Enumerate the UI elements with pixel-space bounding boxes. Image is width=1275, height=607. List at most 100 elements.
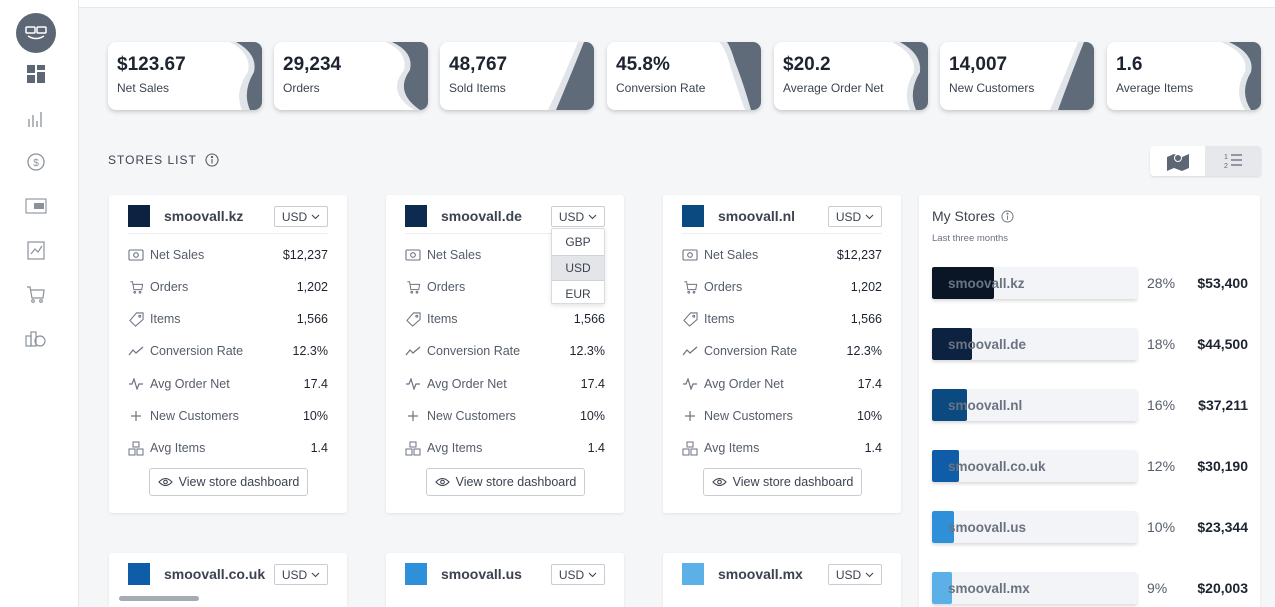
my-store-name: smoovall.nl: [948, 398, 1023, 413]
metric-value: 10%: [579, 409, 605, 423]
kpi-card[interactable]: $20.2 Average Order Net: [774, 42, 928, 110]
my-store-row[interactable]: smoovall.kz 28% $53,400: [932, 266, 1248, 300]
kpi-card[interactable]: 29,234 Orders: [274, 42, 428, 110]
button-label: View store dashboard: [178, 475, 300, 489]
my-store-name: smoovall.mx: [948, 581, 1030, 596]
my-store-name: smoovall.de: [948, 337, 1027, 352]
view-toggle: 12: [1150, 146, 1261, 176]
store-metric-row: New Customers 10%: [128, 406, 328, 426]
kpi-card[interactable]: 14,007 New Customers: [940, 42, 1094, 110]
metric-label: Net Sales: [704, 248, 759, 262]
list-view-button[interactable]: 12: [1205, 146, 1260, 176]
chevron-down-icon: [865, 214, 874, 219]
store-header: smoovall.mx USD: [682, 563, 882, 585]
view-store-dashboard-button[interactable]: View store dashboard: [426, 468, 585, 496]
currency-value: USD: [281, 209, 308, 224]
metric-value: 1.4: [587, 441, 605, 455]
my-store-row[interactable]: smoovall.us 10% $23,344: [932, 510, 1248, 544]
store-header: smoovall.us USD: [405, 563, 605, 585]
horizontal-scrollbar[interactable]: [119, 596, 199, 601]
my-store-row[interactable]: smoovall.nl 16% $37,211: [932, 388, 1248, 422]
trend-icon: [128, 343, 144, 359]
store-money-icon[interactable]: [24, 326, 48, 350]
kpi-card[interactable]: 1.6 Average Items: [1107, 42, 1261, 110]
cart-icon: [682, 279, 698, 295]
cart-icon: [128, 279, 144, 295]
my-store-row[interactable]: smoovall.co.uk 12% $30,190: [932, 449, 1248, 483]
card-decoration: [548, 42, 594, 110]
card-decoration: [719, 42, 761, 110]
dashboard-icon[interactable]: [24, 62, 48, 86]
svg-text:1: 1: [1224, 154, 1228, 161]
metric-value: 1,202: [296, 280, 328, 294]
view-store-dashboard-button[interactable]: View store dashboard: [703, 468, 862, 496]
metric-label: Avg Items: [427, 441, 483, 455]
metric-value: 12.3%: [569, 344, 605, 358]
info-icon[interactable]: [205, 153, 219, 167]
metric-value: 17.4: [857, 377, 882, 391]
svg-text:2: 2: [1224, 163, 1228, 170]
metric-value: 1.4: [310, 441, 328, 455]
metric-value: 17.4: [580, 377, 605, 391]
svg-text:$: $: [33, 158, 39, 169]
kpi-card[interactable]: 45.8% Conversion Rate: [607, 42, 761, 110]
store-metric-row: Orders 1,202: [682, 277, 882, 297]
store-card: smoovall.kz USD Net Sales $12,237 Orders 1,20…: [109, 195, 347, 513]
card-decoration: [892, 42, 928, 110]
store-metric-row: Avg Order Net 17.4: [405, 374, 605, 394]
report-icon[interactable]: [24, 238, 48, 262]
kpi-value: 45.8%: [616, 54, 670, 75]
tag-icon: [405, 311, 421, 327]
store-card: smoovall.nl USD Net Sales $12,237 Orders 1,20…: [663, 195, 901, 513]
kpi-value: 1.6: [1116, 54, 1143, 75]
store-color-swatch: [682, 563, 704, 585]
currency-select[interactable]: USD: [551, 564, 605, 585]
kpi-card[interactable]: 48,767 Sold Items: [440, 42, 594, 110]
divider: [128, 233, 328, 234]
divider: [682, 233, 882, 234]
store-header: smoovall.de USD: [405, 205, 605, 227]
my-store-row[interactable]: smoovall.de 18% $44,500: [932, 327, 1248, 361]
logo-icon[interactable]: [16, 13, 56, 53]
bar-chart-icon[interactable]: [24, 107, 48, 131]
button-label: View store dashboard: [732, 475, 854, 489]
currency-option[interactable]: EUR: [552, 281, 604, 307]
my-store-percent: 10%: [1147, 519, 1176, 535]
my-store-amount: $53,400: [1197, 275, 1248, 291]
tag-icon: [682, 311, 698, 327]
currency-cycle-icon[interactable]: $: [24, 150, 48, 174]
store-name: smoovall.us: [441, 566, 522, 582]
my-store-name: smoovall.us: [948, 520, 1027, 535]
crm-icon[interactable]: [24, 194, 48, 218]
metric-label: Avg Items: [704, 441, 760, 455]
card-decoration: [386, 42, 428, 110]
my-store-percent: 16%: [1147, 397, 1176, 413]
store-metric-row: New Customers 10%: [405, 406, 605, 426]
kpi-label: Conversion Rate: [616, 81, 706, 95]
cart-icon[interactable]: [24, 282, 48, 306]
currency-select[interactable]: USD: [551, 206, 605, 227]
currency-select[interactable]: USD: [828, 564, 882, 585]
kpi-label: Average Items: [1116, 81, 1194, 95]
chevron-down-icon: [588, 572, 597, 577]
my-store-row[interactable]: smoovall.mx 9% $20,003: [932, 571, 1248, 605]
chevron-down-icon: [588, 214, 597, 219]
kpi-label: Orders: [283, 81, 320, 95]
kpi-card[interactable]: $123.67 Net Sales: [108, 42, 262, 110]
metric-label: Avg Items: [150, 441, 206, 455]
view-store-dashboard-button[interactable]: View store dashboard: [149, 468, 308, 496]
store-card: smoovall.mx USD: [663, 553, 901, 607]
trend-icon: [682, 343, 698, 359]
currency-option[interactable]: USD: [552, 255, 604, 281]
map-view-button[interactable]: [1150, 146, 1205, 176]
currency-select[interactable]: USD: [828, 206, 882, 227]
kpi-value: $20.2: [783, 54, 831, 75]
info-icon[interactable]: [1001, 209, 1014, 223]
currency-select[interactable]: USD: [274, 206, 328, 227]
pulse-icon: [682, 376, 698, 392]
metric-value: 17.4: [303, 377, 328, 391]
my-store-percent: 28%: [1147, 275, 1176, 291]
currency-select[interactable]: USD: [274, 564, 328, 585]
currency-option[interactable]: GBP: [552, 229, 604, 255]
plus-icon: [128, 408, 144, 424]
